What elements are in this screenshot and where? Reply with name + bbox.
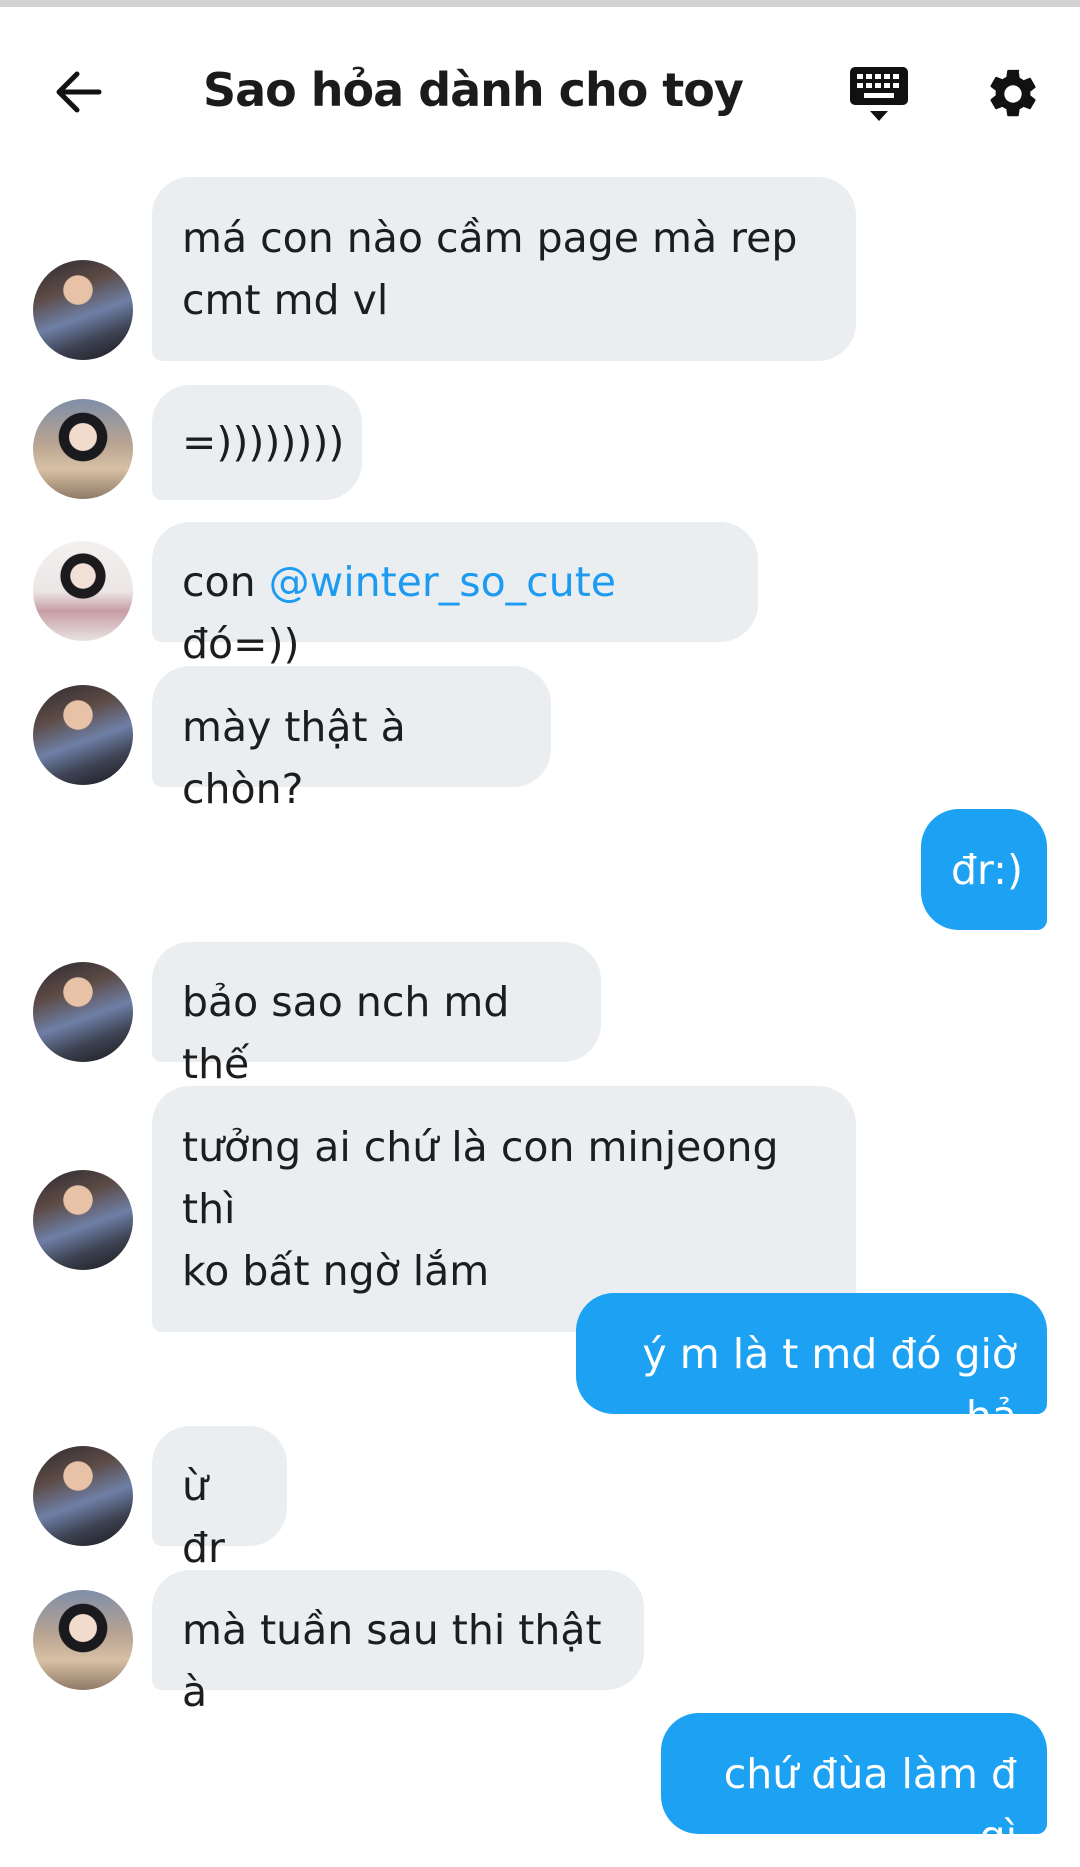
avatar[interactable] <box>33 962 133 1062</box>
avatar[interactable] <box>33 399 133 499</box>
message-bubble-incoming[interactable]: =)))))))) <box>152 385 362 500</box>
settings-button[interactable] <box>984 65 1042 123</box>
message-bubble-incoming[interactable]: má con nào cầm page mà rep cmt md vl <box>152 177 856 361</box>
keyboard-button[interactable] <box>848 65 910 127</box>
message-bubble-outgoing[interactable]: đr:) <box>921 809 1047 930</box>
message-bubble-incoming[interactable]: mà tuần sau thi thật à <box>152 1570 644 1716</box>
message-bubble-outgoing[interactable]: ý m là t md đó giờ hả <box>576 1293 1047 1440</box>
avatar[interactable] <box>33 1170 133 1270</box>
avatar[interactable] <box>33 541 133 641</box>
message-bubble-incoming[interactable]: bảo sao nch md thế <box>152 942 601 1088</box>
avatar[interactable] <box>33 1590 133 1690</box>
avatar[interactable] <box>33 260 133 360</box>
message-bubble-incoming[interactable]: con @winter_so_cute đó=)) <box>152 522 758 668</box>
message-text: con <box>182 558 269 606</box>
status-bar-edge <box>0 0 1080 7</box>
back-button[interactable] <box>48 62 108 122</box>
gear-icon <box>990 69 1036 117</box>
message-bubble-incoming[interactable]: mày thật à chòn? <box>152 666 551 813</box>
chat-header: Sao hỏa dành cho toy <box>0 7 1080 165</box>
message-bubble-incoming[interactable]: ừ đr <box>152 1426 287 1572</box>
avatar[interactable] <box>33 685 133 785</box>
chat-title: Sao hỏa dành cho toy <box>203 63 744 117</box>
message-bubble-outgoing[interactable]: chứ đùa làm đ gì <box>661 1713 1047 1860</box>
user-mention-link[interactable]: @winter_so_cute <box>269 558 616 606</box>
avatar[interactable] <box>33 1446 133 1546</box>
keyboard-icon <box>850 67 908 121</box>
back-arrow-icon <box>56 71 102 113</box>
